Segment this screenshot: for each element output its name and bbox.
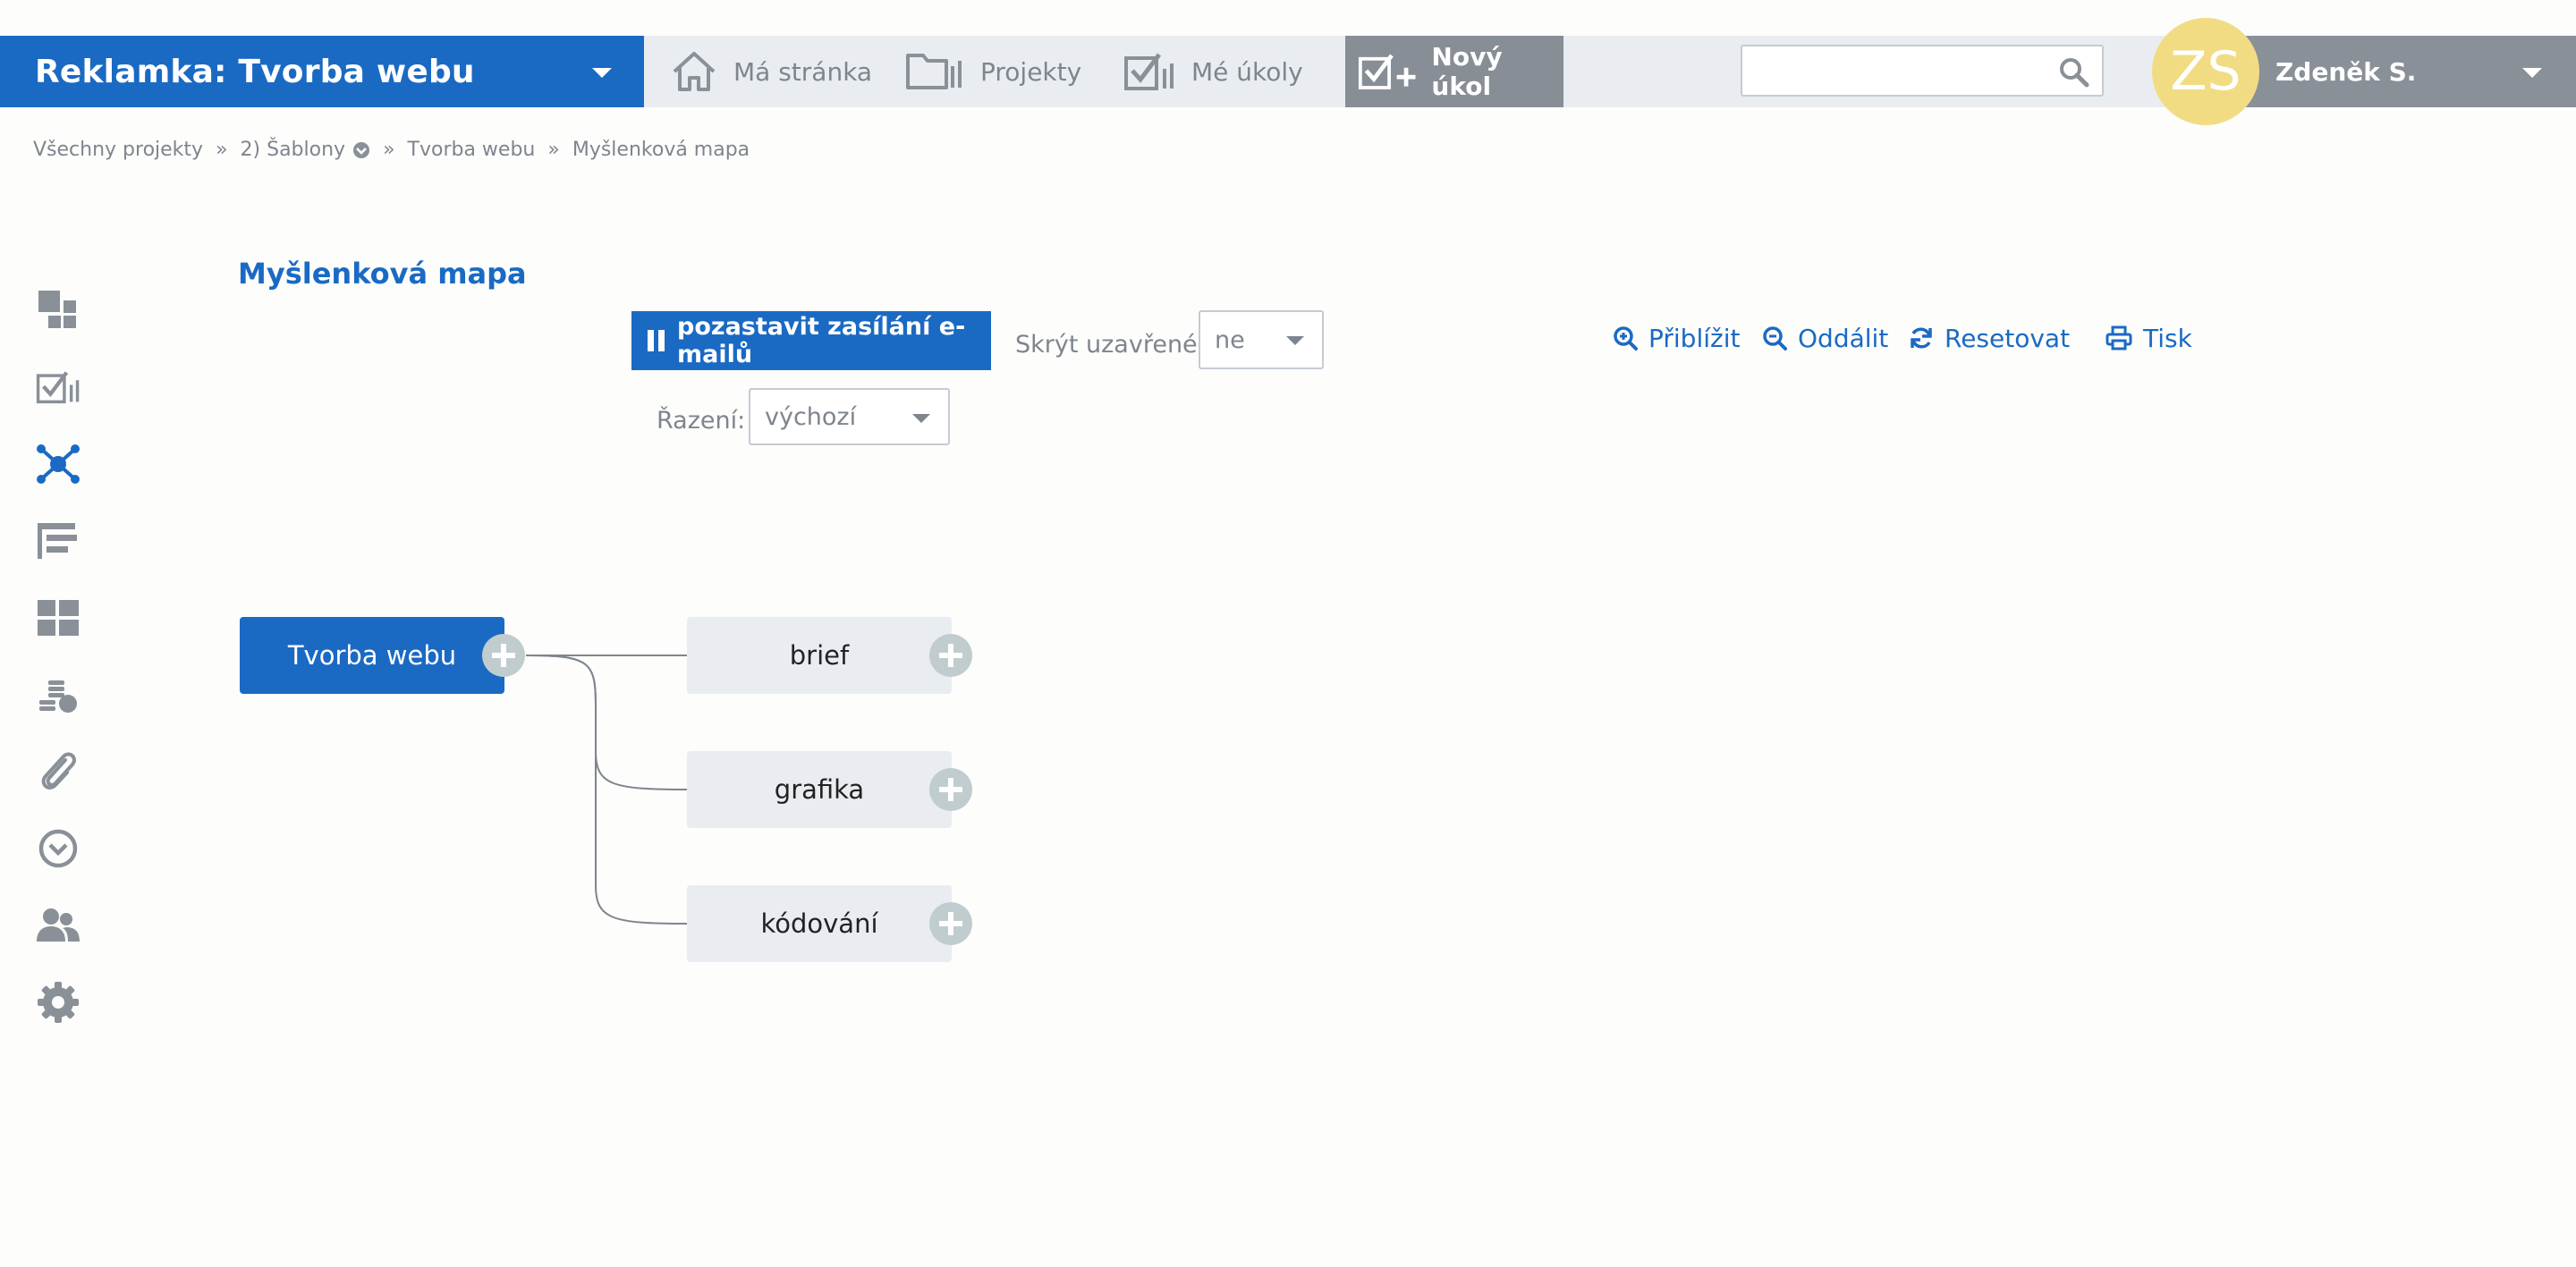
tasks-icon	[36, 371, 80, 404]
breadcrumb-separator: »	[547, 139, 560, 161]
sidebar-item-tasks[interactable]	[34, 363, 82, 411]
chevron-down-icon	[912, 414, 930, 423]
avatar[interactable]: ZS	[2152, 18, 2259, 125]
search-input[interactable]	[1742, 46, 2038, 95]
refresh-icon	[1911, 327, 1932, 349]
sidebar-item-gantt[interactable]	[34, 517, 82, 565]
sidebar-item-budget[interactable]	[34, 671, 82, 719]
dashboard-icon	[38, 291, 76, 328]
hide-closed-select[interactable]: ne	[1199, 310, 1324, 369]
chevron-down-icon	[592, 68, 612, 78]
mindmap-root-node[interactable]: Tvorba webu	[240, 617, 504, 694]
sidebar-item-settings[interactable]	[34, 978, 82, 1026]
team-icon	[37, 908, 80, 942]
sort-select[interactable]: výchozí	[749, 388, 950, 445]
print-label: Tisk	[2143, 323, 2192, 353]
breadcrumb-project[interactable]: Tvorba webu	[408, 139, 536, 161]
add-child-plus-icon[interactable]	[929, 768, 972, 811]
budget-icon	[39, 680, 77, 713]
board-icon	[38, 600, 79, 636]
mindmap-child-node[interactable]: grafika	[687, 751, 952, 828]
breadcrumb-separator: »	[383, 139, 395, 161]
new-task-button[interactable]: Nový úkol	[1345, 36, 1563, 107]
breadcrumb-current: Myšlenková mapa	[572, 139, 750, 161]
sidebar-item-team[interactable]	[34, 901, 82, 950]
project-selector[interactable]: Reklamka: Tvorba webu	[0, 36, 644, 107]
search-box	[1741, 45, 2104, 97]
tasks-check-icon	[1124, 53, 1174, 90]
reset-button[interactable]: Resetovat	[1909, 320, 2070, 356]
add-child-plus-icon[interactable]	[482, 634, 525, 677]
sort-label: Řazení:	[657, 407, 746, 435]
nav-my-tasks[interactable]: Mé úkoly	[1123, 36, 1303, 107]
nav-my-page[interactable]: Má stránka	[671, 36, 872, 107]
search-icon[interactable]	[2057, 55, 2091, 89]
sidebar-item-mindmap[interactable]	[34, 440, 82, 488]
mindmap-child-node[interactable]: kódování	[687, 885, 952, 962]
pause-emails-label: pozastavit zasílání e-mailů	[677, 313, 966, 368]
sidebar-item-board[interactable]	[34, 594, 82, 642]
pause-emails-button[interactable]: pozastavit zasílání e-mailů	[631, 311, 991, 370]
sidebar-item-time[interactable]	[34, 824, 82, 873]
zoom-out-button[interactable]: Oddálit	[1762, 320, 1888, 356]
time-icon	[38, 829, 78, 868]
nav-my-tasks-label: Mé úkoly	[1191, 56, 1303, 87]
sidebar-item-attachments[interactable]	[34, 748, 82, 796]
zoom-out-label: Oddálit	[1798, 323, 1889, 353]
gantt-icon	[38, 523, 77, 559]
zoom-out-icon	[1763, 326, 1787, 351]
nav-my-page-label: Má stránka	[733, 56, 873, 87]
reset-label: Resetovat	[1945, 323, 2071, 353]
breadcrumb-separator: »	[216, 139, 228, 161]
zoom-in-icon	[1614, 326, 1638, 351]
print-icon	[2106, 325, 2132, 351]
chevron-down-icon	[1286, 336, 1304, 345]
sort-value: výchozí	[765, 402, 857, 431]
chevron-down-icon	[2522, 68, 2542, 78]
zoom-in-button[interactable]: Přiblížit	[1613, 320, 1740, 356]
user-name: Zdeněk S.	[2275, 56, 2417, 87]
page-title: Myšlenková mapa	[238, 257, 527, 291]
settings-icon	[38, 982, 79, 1023]
breadcrumb-templates[interactable]: 2) Šablony	[241, 139, 346, 161]
print-button[interactable]: Tisk	[2106, 320, 2192, 356]
hide-closed-value: ne	[1215, 325, 1245, 354]
breadcrumb: Všechny projekty » 2) Šablony » Tvorba w…	[33, 139, 750, 161]
sidebar-item-dashboard[interactable]	[34, 286, 82, 334]
dropdown-circle-icon[interactable]	[352, 141, 370, 159]
nav-projects-label: Projekty	[980, 56, 1082, 87]
new-task-label: Nový úkol	[1431, 42, 1503, 101]
home-icon	[673, 52, 716, 91]
pause-icon	[648, 330, 665, 351]
breadcrumb-all-projects[interactable]: Všechny projekty	[33, 139, 203, 161]
folder-icon	[906, 54, 962, 89]
mindmap-icon	[37, 444, 80, 484]
hide-closed-label: Skrýt uzavřené:	[1015, 331, 1206, 359]
project-title: Reklamka: Tvorba webu	[35, 53, 475, 90]
add-task-icon	[1358, 54, 1416, 89]
mindmap-child-node[interactable]: brief	[687, 617, 952, 694]
nav-projects[interactable]: Projekty	[905, 36, 1081, 107]
add-child-plus-icon[interactable]	[929, 634, 972, 677]
attachments-icon	[41, 752, 76, 790]
add-child-plus-icon[interactable]	[929, 902, 972, 945]
zoom-in-label: Přiblížit	[1648, 323, 1741, 353]
